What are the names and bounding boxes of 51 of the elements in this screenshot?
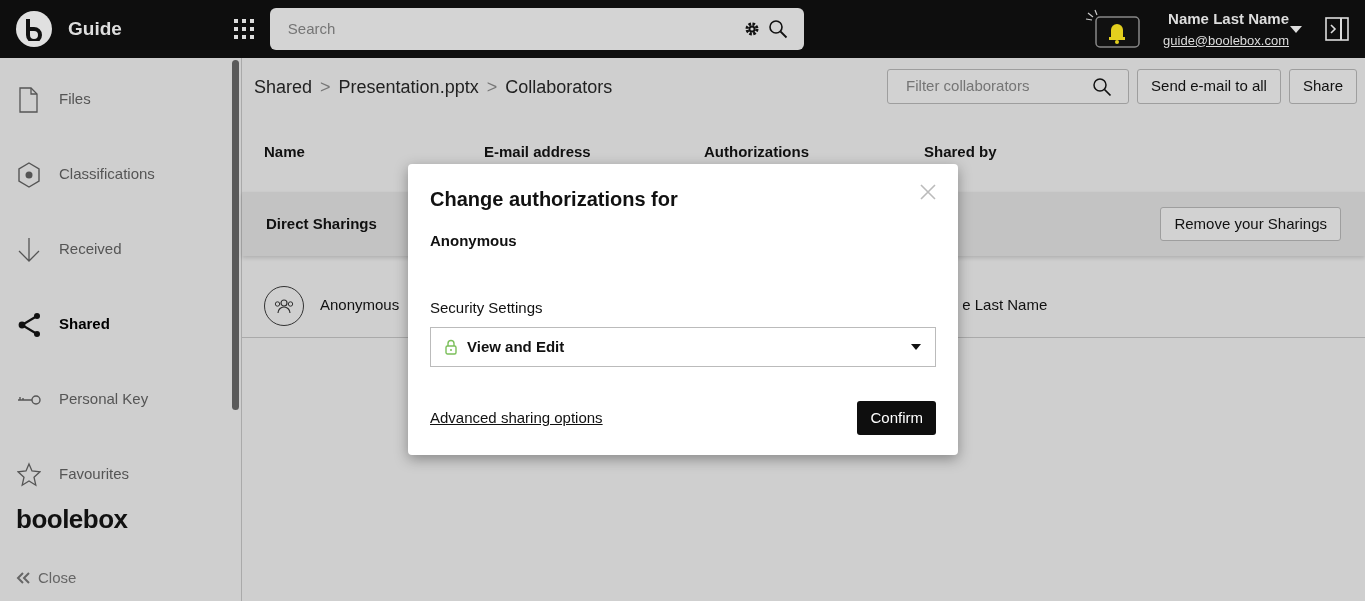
logo-icon — [16, 11, 52, 47]
column-header: Authorizations — [704, 142, 810, 162]
scrollbar-thumb[interactable] — [232, 60, 239, 410]
collaborator-name: Anonymous — [430, 231, 518, 251]
caret-icon[interactable] — [1289, 24, 1303, 34]
double-chevron-icon — [16, 572, 30, 585]
app-title: Guide — [68, 16, 122, 41]
breadcrumb-link[interactable]: Shared — [254, 74, 313, 101]
search-field[interactable]: Search — [285, 16, 744, 42]
share-button[interactable]: Share — [1288, 69, 1357, 104]
column-header: Name — [264, 142, 306, 162]
sidebar-item[interactable]: Personal Key — [0, 362, 241, 437]
dialog-title: Change authorizations for — [430, 187, 679, 212]
share-icon — [17, 311, 41, 338]
search-icon[interactable] — [767, 19, 788, 39]
confirm-button[interactable]: Confirm — [857, 400, 936, 435]
sidebar-item[interactable]: Shared — [0, 287, 241, 362]
search-icon[interactable] — [1092, 76, 1113, 97]
filter-bar[interactable]: Filter collaborators — [887, 69, 1130, 104]
breadcrumb-separator: > — [320, 76, 331, 99]
star-icon — [17, 461, 41, 488]
remove-sharings-button[interactable]: Remove your Sharings — [1160, 206, 1341, 242]
breadcrumb-separator: > — [486, 76, 498, 99]
shared-by-name: e Last Name — [962, 295, 1048, 316]
user-name[interactable]: Name Last Name — [1168, 8, 1289, 31]
sidebar-item[interactable]: Received — [0, 212, 241, 287]
file-icon — [17, 86, 41, 113]
advanced-options-link[interactable]: Advanced sharing options — [430, 406, 603, 429]
close-button[interactable]: Close — [0, 567, 241, 590]
sidebar-item[interactable]: Files — [0, 62, 241, 137]
column-header: Shared by — [924, 142, 998, 162]
brand-logo: boolebox — [15, 503, 129, 536]
column-header: E-mail address — [484, 142, 592, 162]
collaborator-name: Anonymous — [320, 295, 400, 316]
search-bar[interactable]: Search — [269, 8, 804, 50]
send-email-button[interactable]: Send e-mail to all — [1137, 69, 1281, 104]
authorization-select[interactable]: View and Edit — [430, 327, 936, 367]
padlock-icon — [445, 338, 457, 355]
filter-field[interactable]: Filter collaborators — [904, 74, 1093, 99]
group-label: Direct Sharings — [266, 213, 377, 234]
field-label: Security Settings — [430, 297, 544, 318]
breadcrumb-link[interactable]: Collaborators — [505, 74, 613, 101]
caret-icon — [911, 343, 921, 350]
breadcrumb-link[interactable]: Presentation.pptx — [338, 74, 479, 101]
user-email[interactable]: guide@boolebox.com — [1163, 30, 1289, 50]
sidebar-item[interactable]: Classifications — [0, 137, 241, 212]
panel-toggle-icon[interactable] — [1325, 17, 1349, 41]
hexagon-icon — [17, 161, 41, 188]
down-arrow-icon — [17, 236, 41, 263]
gear-icon[interactable] — [743, 21, 760, 37]
apps-grid-icon[interactable] — [233, 19, 254, 39]
